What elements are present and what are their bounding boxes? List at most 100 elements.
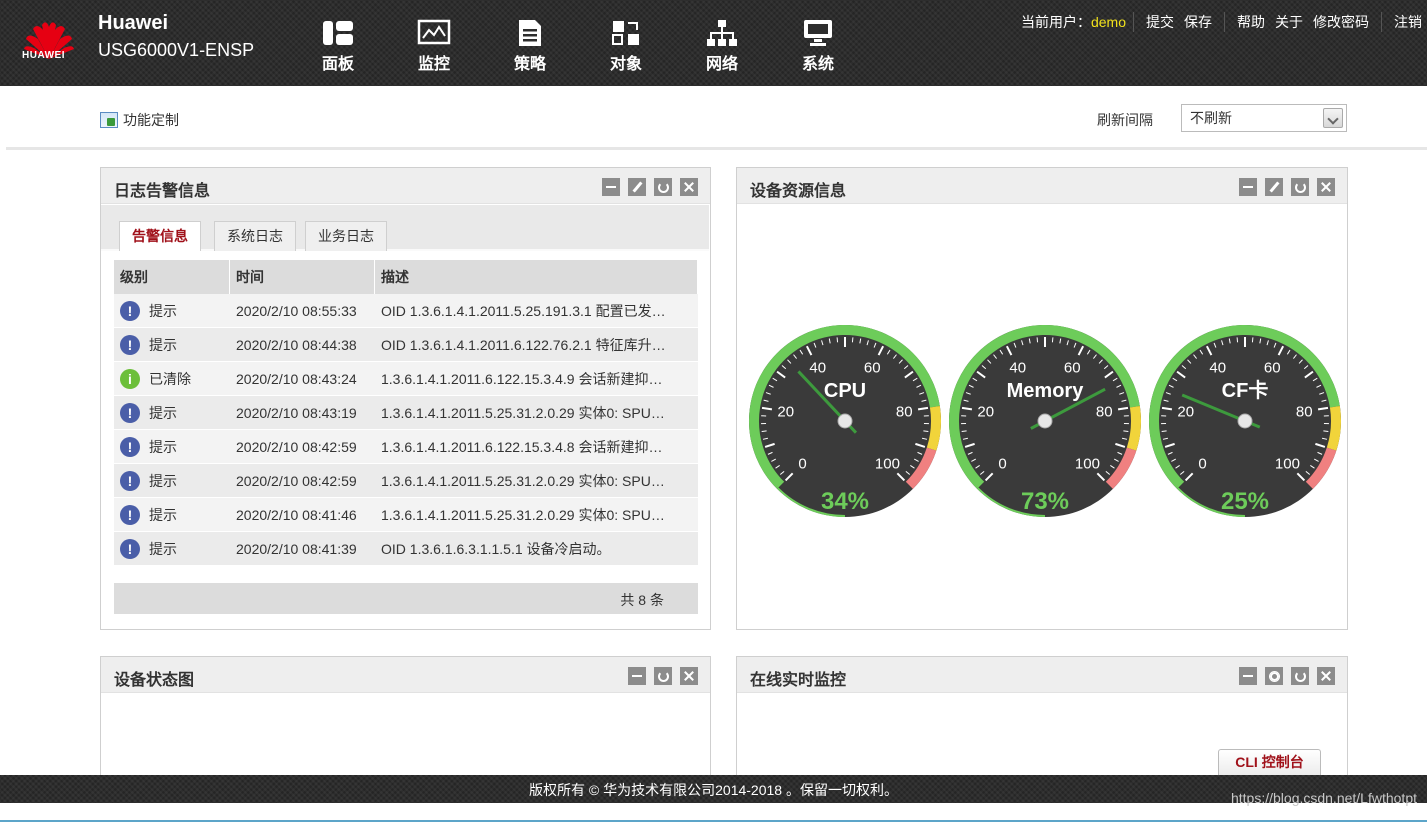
table-row[interactable]: ! 提示 2020/2/10 08:41:46 1.3.6.1.4.1.2011.5.… bbox=[114, 498, 698, 532]
alert-icon: ! bbox=[120, 504, 140, 525]
level-text: 提示 bbox=[149, 302, 177, 319]
refresh-icon[interactable] bbox=[654, 667, 672, 685]
tab-alarm-info[interactable]: 告警信息 bbox=[119, 221, 201, 251]
alert-icon: ! bbox=[120, 436, 140, 457]
nav-dashboard[interactable]: 面板 bbox=[290, 18, 386, 74]
close-icon[interactable] bbox=[1317, 178, 1335, 196]
gauge-tick-label: 60 bbox=[1264, 360, 1281, 377]
cell-time: 2020/2/10 08:44:38 bbox=[236, 336, 357, 353]
cell-level: ! 提示 bbox=[114, 470, 230, 491]
cell-time: 2020/2/10 08:42:59 bbox=[236, 472, 357, 489]
table-row[interactable]: i 已清除 2020/2/10 08:43:24 1.3.6.1.4.1.2011.6… bbox=[114, 362, 698, 396]
chevron-down-icon[interactable] bbox=[1323, 108, 1343, 128]
nav-policy[interactable]: 策略 bbox=[482, 18, 578, 74]
column-header-time[interactable]: 时间 bbox=[230, 260, 375, 294]
table-header: 级别 时间 描述 bbox=[114, 260, 698, 294]
close-icon[interactable] bbox=[680, 178, 698, 196]
gauge-hub bbox=[1037, 413, 1053, 429]
minimize-icon[interactable] bbox=[1239, 178, 1257, 196]
function-custom-button[interactable]: 功能定制 bbox=[100, 110, 179, 130]
log-alarm-panel: 日志告警信息 告警信息 系统日志 业务日志 级别 时间 描述 ! 提示 2020/2… bbox=[100, 167, 711, 630]
table-body: ! 提示 2020/2/10 08:55:33 OID 1.3.6.1.4.1.201… bbox=[114, 294, 698, 566]
cell-description: 1.3.6.1.4.1.2011.6.122.15.3.4.8 会话新建抑… bbox=[381, 438, 663, 455]
customize-icon bbox=[100, 112, 118, 128]
edit-icon[interactable] bbox=[628, 178, 646, 196]
table-row[interactable]: ! 提示 2020/2/10 08:42:59 1.3.6.1.4.1.2011.5.… bbox=[114, 464, 698, 498]
cli-console-button[interactable]: CLI 控制台 bbox=[1218, 749, 1321, 775]
panel-header: 设备状态图 bbox=[101, 657, 710, 693]
brand-name: Huawei bbox=[98, 12, 169, 34]
minimize-icon[interactable] bbox=[628, 667, 646, 685]
gauges-area: 0 20 40 60 80 100 CPU 34% 0 20 40 60 80 100 Memory 73% 0… bbox=[745, 323, 1345, 523]
save-link[interactable]: 保存 bbox=[1184, 12, 1212, 32]
nav-label: 策略 bbox=[513, 56, 546, 73]
gear-icon[interactable] bbox=[1265, 667, 1283, 685]
refresh-interval-label: 刷新间隔 bbox=[1097, 112, 1153, 128]
alert-icon: ! bbox=[120, 470, 140, 491]
gauge-tick bbox=[1161, 430, 1167, 433]
about-link[interactable]: 关于 bbox=[1275, 12, 1303, 32]
gauge-1: 0 20 40 60 80 100 Memory 73% bbox=[949, 325, 1141, 517]
gauge-band bbox=[1326, 405, 1341, 451]
help-link[interactable]: 帮助 bbox=[1237, 12, 1265, 32]
nav-monitor[interactable]: 监控 bbox=[386, 18, 482, 74]
table-row[interactable]: ! 提示 2020/2/10 08:43:19 1.3.6.1.4.1.2011.5.… bbox=[114, 396, 698, 430]
edit-icon[interactable] bbox=[1265, 178, 1283, 196]
close-icon[interactable] bbox=[1317, 667, 1335, 685]
column-header-desc[interactable]: 描述 bbox=[375, 260, 698, 294]
minimize-icon[interactable] bbox=[602, 178, 620, 196]
cell-time: 2020/2/10 08:43:24 bbox=[236, 370, 357, 387]
refresh-interval-select[interactable]: 不刷新 bbox=[1181, 104, 1347, 132]
level-text: 提示 bbox=[149, 438, 177, 455]
cell-level: ! 提示 bbox=[114, 300, 230, 321]
nav-object[interactable]: 对象 bbox=[578, 18, 674, 74]
nav-label: 网络 bbox=[705, 56, 738, 73]
gauge-value: 73% bbox=[1021, 488, 1069, 515]
table-row[interactable]: ! 提示 2020/2/10 08:42:59 1.3.6.1.4.1.2011.6.… bbox=[114, 430, 698, 464]
gauge-label: CPU bbox=[824, 380, 866, 402]
divider bbox=[1133, 12, 1134, 32]
refresh-icon[interactable] bbox=[1291, 178, 1309, 196]
gauge-tick bbox=[1323, 430, 1329, 433]
submit-link[interactable]: 提交 bbox=[1146, 12, 1174, 32]
cell-level: ! 提示 bbox=[114, 436, 230, 457]
gauge-hub bbox=[1237, 413, 1253, 429]
divider bbox=[1381, 12, 1382, 32]
minimize-icon[interactable] bbox=[1239, 667, 1257, 685]
table-row[interactable]: ! 提示 2020/2/10 08:55:33 OID 1.3.6.1.4.1.201… bbox=[114, 294, 698, 328]
column-header-level[interactable]: 级别 bbox=[114, 260, 230, 294]
change-password-link[interactable]: 修改密码 bbox=[1313, 12, 1369, 32]
gauge-tick bbox=[1123, 430, 1129, 433]
policy-icon bbox=[519, 20, 541, 46]
cell-description: 1.3.6.1.4.1.2011.5.25.31.2.0.29 实体0: SPU… bbox=[381, 506, 665, 523]
close-icon[interactable] bbox=[680, 667, 698, 685]
gauge-tick-label: 60 bbox=[864, 360, 881, 377]
nav-system[interactable]: 系统 bbox=[770, 18, 866, 74]
info-icon: i bbox=[120, 368, 140, 389]
panel-header: 设备资源信息 bbox=[737, 168, 1347, 204]
gauge-tick-label: 40 bbox=[809, 360, 826, 377]
panel-header: 在线实时监控 bbox=[737, 657, 1347, 693]
cell-description: OID 1.3.6.1.6.3.1.1.5.1 设备冷启动。 bbox=[381, 540, 611, 557]
panel-tools bbox=[1231, 178, 1335, 196]
tab-system-log[interactable]: 系统日志 bbox=[214, 221, 296, 251]
network-icon bbox=[707, 20, 737, 46]
gauge-band bbox=[926, 405, 941, 451]
table-row[interactable]: ! 提示 2020/2/10 08:44:38 OID 1.3.6.1.4.1.201… bbox=[114, 328, 698, 362]
cell-description: 1.3.6.1.4.1.2011.5.25.31.2.0.29 实体0: SPU… bbox=[381, 404, 665, 421]
refresh-icon[interactable] bbox=[654, 178, 672, 196]
gauge-value: 25% bbox=[1221, 488, 1269, 515]
nav-network[interactable]: 网络 bbox=[674, 18, 770, 74]
gauge-tick-label: 100 bbox=[875, 455, 900, 472]
device-model: USG6000V1-ENSP bbox=[98, 40, 255, 60]
cell-description: 1.3.6.1.4.1.2011.5.25.31.2.0.29 实体0: SPU… bbox=[381, 472, 665, 489]
nav-label: 系统 bbox=[801, 56, 834, 73]
tab-business-log[interactable]: 业务日志 bbox=[305, 221, 387, 251]
watermark: https://blog.csdn.net/Lfwthotpt bbox=[1230, 790, 1417, 806]
table-row[interactable]: ! 提示 2020/2/10 08:41:39 OID 1.3.6.1.6.3.1.1… bbox=[114, 532, 698, 566]
table-footer-count: 共 8 条 bbox=[114, 583, 698, 614]
logout-link[interactable]: 注销 bbox=[1394, 12, 1422, 32]
panel-tools bbox=[620, 667, 698, 685]
refresh-icon[interactable] bbox=[1291, 667, 1309, 685]
panel-header: 日志告警信息 bbox=[101, 168, 710, 204]
